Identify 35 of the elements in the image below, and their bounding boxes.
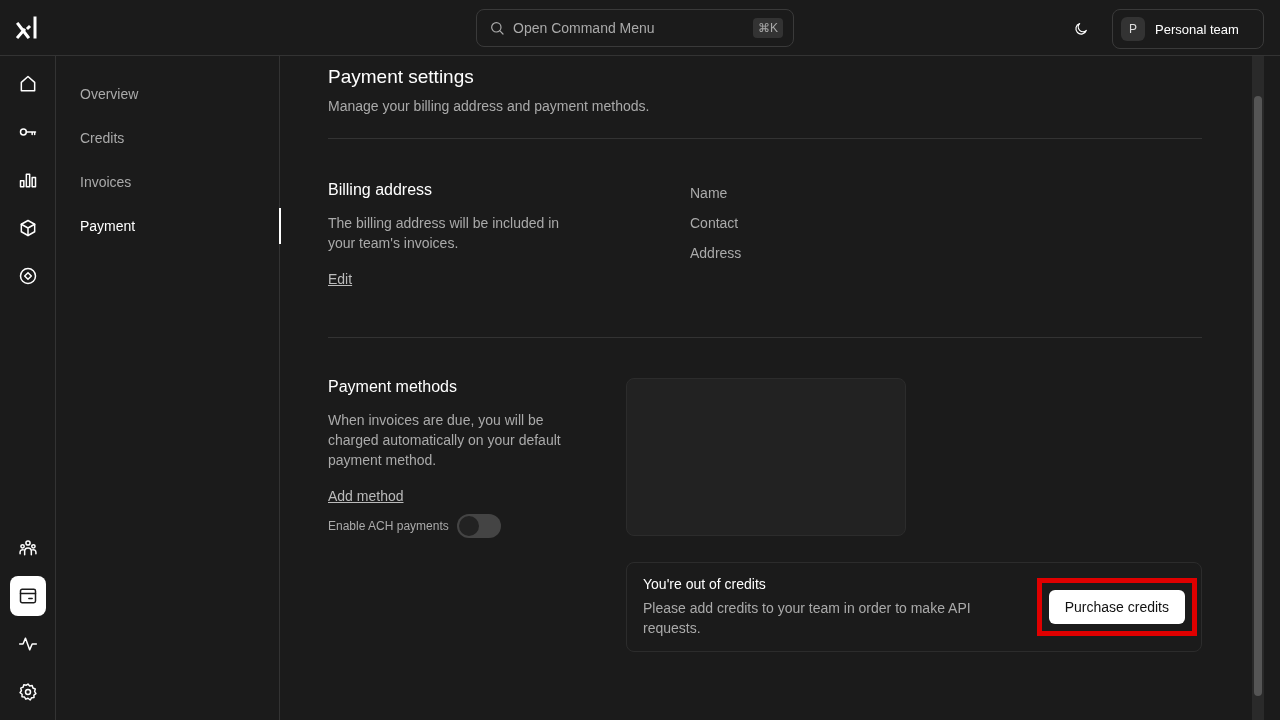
command-search-field[interactable]: Open Command Menu ⌘K (476, 9, 794, 47)
section-title: Billing address (328, 181, 434, 199)
section-title: Payment methods (328, 378, 458, 396)
card-icon (17, 586, 38, 606)
settings-menu-item[interactable]: Overview (56, 72, 281, 116)
settings-menu-item[interactable]: Invoices (56, 160, 281, 204)
page-title: Payment settings (328, 66, 475, 88)
add-method-link[interactable]: Add method (328, 488, 404, 504)
purchase-credits-button[interactable]: Purchase credits (1048, 590, 1185, 624)
nav-item[interactable] (9, 576, 46, 616)
banner-text: Please add credits to your team in order to make API requests. (643, 599, 972, 638)
settings-icon (17, 682, 38, 702)
team-avatar: P (1121, 17, 1145, 41)
settings-menu-item[interactable]: Payment (56, 208, 281, 244)
activity-icon (17, 634, 38, 654)
section-description: When invoices are due, you will be charged automatically on your default payment method. (328, 411, 562, 470)
section-description: The billing address will be included in your team's invoices. (328, 214, 561, 253)
field-label: Contact (690, 215, 740, 231)
logo-icon[interactable] (16, 16, 40, 40)
target-icon (17, 266, 38, 286)
banner-title: You're out of credits (643, 576, 767, 592)
scrollbar[interactable] (1252, 56, 1264, 720)
edit-link[interactable]: Edit (328, 271, 353, 287)
settings-menu-item[interactable]: Credits (56, 116, 281, 160)
toggle-switch[interactable] (456, 514, 501, 538)
field-label: Address (690, 245, 742, 261)
moon-icon[interactable] (1073, 21, 1089, 37)
people-icon (17, 538, 38, 558)
bar-chart-icon (17, 170, 38, 190)
field-label: Name (690, 185, 729, 201)
shortcut-hint: ⌘K (753, 18, 783, 38)
page-subtitle: Manage your billing address and payment methods. (328, 98, 651, 114)
toggle-label: Enable ACH payments (328, 519, 449, 533)
team-switcher[interactable]: P Personal team (1112, 9, 1264, 49)
search-icon (489, 20, 505, 36)
